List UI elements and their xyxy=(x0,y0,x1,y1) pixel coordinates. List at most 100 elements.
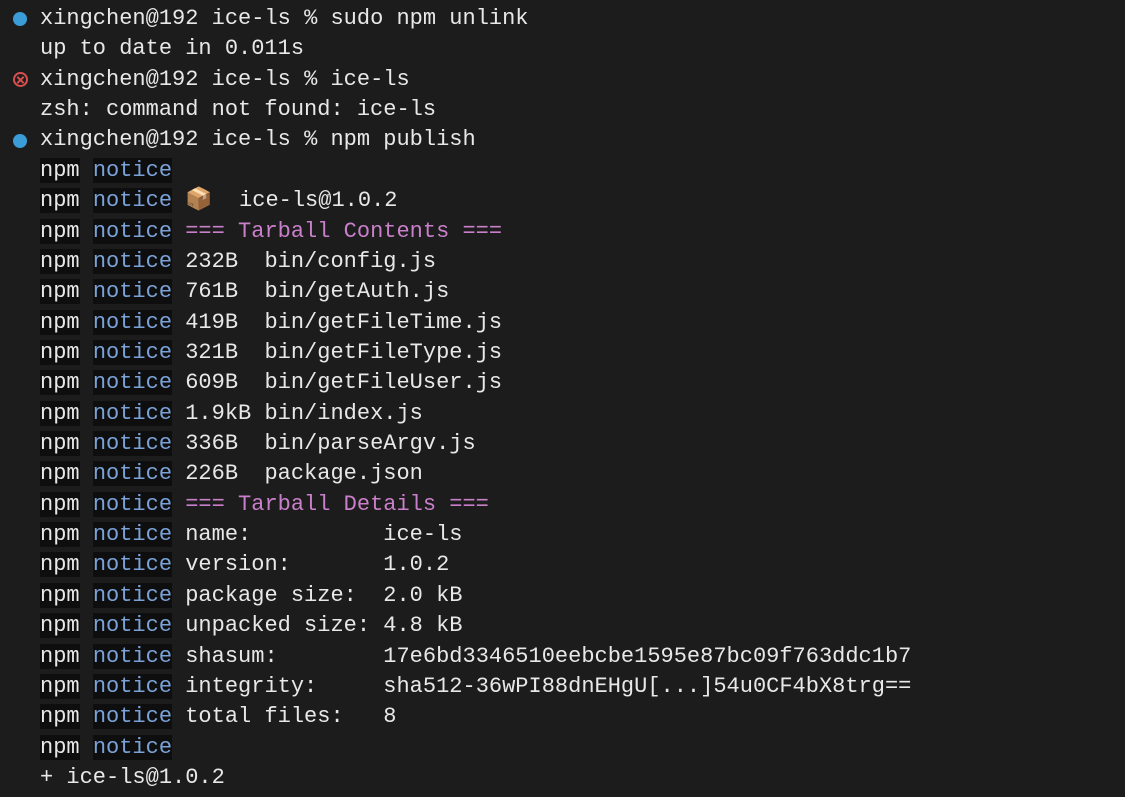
detail-label: package size: xyxy=(185,583,383,608)
tarball-detail-line: npm notice shasum: 17e6bd3346510eebcbe15… xyxy=(0,642,1125,672)
npm-notice-tag: notice xyxy=(93,735,172,760)
tarball-file-line: npm notice 761B bin/getAuth.js xyxy=(0,277,1125,307)
tarball-detail-line: npm notice unpacked size: 4.8 kB xyxy=(0,611,1125,641)
output-line: zsh: command not found: ice-ls xyxy=(0,95,1125,125)
npm-tag: npm xyxy=(40,249,80,274)
file-size: 232B xyxy=(185,249,264,274)
detail-value: 4.8 kB xyxy=(383,613,462,638)
detail-label: total files: xyxy=(185,704,383,729)
npm-tag: npm xyxy=(40,583,80,608)
tarball-file-line: npm notice 609B bin/getFileUser.js xyxy=(0,368,1125,398)
detail-label: shasum: xyxy=(185,644,383,669)
prompt-cwd: ice-ls xyxy=(212,67,304,92)
tarball-file-line: npm notice 1.9kB bin/index.js xyxy=(0,399,1125,429)
detail-value: 8 xyxy=(383,704,396,729)
prompt-user: xingchen@192 xyxy=(40,67,212,92)
detail-value: ice-ls xyxy=(383,522,462,547)
npm-tag: npm xyxy=(40,431,80,456)
npm-notice-tag: notice xyxy=(93,644,172,669)
tarball-file-line: npm notice 226B package.json xyxy=(0,459,1125,489)
publish-result-line: + ice-ls@1.0.2 xyxy=(0,763,1125,793)
npm-notice-tag: notice xyxy=(93,522,172,547)
npm-tag: npm xyxy=(40,461,80,486)
npm-notice-tag: notice xyxy=(93,279,172,304)
file-path: bin/index.js xyxy=(264,401,422,426)
tarball-detail-line: npm notice integrity: sha512-36wPI88dnEH… xyxy=(0,672,1125,702)
prompt-sep: % xyxy=(304,127,330,152)
npm-notice-tag: notice xyxy=(93,492,172,517)
tarball-detail-line: npm notice version: 1.0.2 xyxy=(0,550,1125,580)
npm-notice-tag: notice xyxy=(93,249,172,274)
npm-tag: npm xyxy=(40,219,80,244)
npm-tag: npm xyxy=(40,552,80,577)
npm-notice-tag: notice xyxy=(93,370,172,395)
npm-notice-tag: notice xyxy=(93,461,172,486)
file-size: 226B xyxy=(185,461,264,486)
npm-notice-tag: notice xyxy=(93,552,172,577)
npm-notice-tag: notice xyxy=(93,431,172,456)
publish-result: + ice-ls@1.0.2 xyxy=(40,765,225,790)
tarball-detail-line: npm notice total files: 8 xyxy=(0,702,1125,732)
npm-notice-tag: notice xyxy=(93,310,172,335)
npm-notice-line: npm notice xyxy=(0,156,1125,186)
npm-tag: npm xyxy=(40,613,80,638)
detail-value: sha512-36wPI88dnEHgU[...]54u0CF4bX8trg== xyxy=(383,674,911,699)
tarball-file-line: npm notice 232B bin/config.js xyxy=(0,247,1125,277)
tarball-details-header: === Tarball Details === xyxy=(185,492,489,517)
npm-notice-tag: notice xyxy=(93,219,172,244)
detail-label: version: xyxy=(185,552,383,577)
file-size: 336B xyxy=(185,431,264,456)
tarball-file-line: npm notice 419B bin/getFileTime.js xyxy=(0,308,1125,338)
npm-tag: npm xyxy=(40,401,80,426)
file-size: 761B xyxy=(185,279,264,304)
tarball-contents-header: === Tarball Contents === xyxy=(185,219,502,244)
npm-tag: npm xyxy=(40,674,80,699)
tarball-detail-line: npm notice name: ice-ls xyxy=(0,520,1125,550)
prompt-line: xingchen@192 ice-ls % ice-ls xyxy=(0,65,1125,95)
npm-tag: npm xyxy=(40,704,80,729)
output-text: up to date in 0.011s xyxy=(40,36,304,61)
npm-tag: npm xyxy=(40,492,80,517)
tarball-detail-line: npm notice package size: 2.0 kB xyxy=(0,581,1125,611)
tarball-file-line: npm notice 321B bin/getFileType.js xyxy=(0,338,1125,368)
npm-tag: npm xyxy=(40,188,80,213)
command-text: npm publish xyxy=(330,127,475,152)
file-path: bin/getFileTime.js xyxy=(264,310,502,335)
detail-label: name: xyxy=(185,522,383,547)
terminal-output[interactable]: xingchen@192 ice-ls % sudo npm unlinkup … xyxy=(0,4,1125,793)
detail-label: integrity: xyxy=(185,674,383,699)
npm-notice-tag: notice xyxy=(93,188,172,213)
file-path: bin/getFileType.js xyxy=(264,340,502,365)
tarball-file-line: npm notice 336B bin/parseArgv.js xyxy=(0,429,1125,459)
npm-notice-tag: notice xyxy=(93,340,172,365)
detail-value: 2.0 kB xyxy=(383,583,462,608)
prompt-line: xingchen@192 ice-ls % npm publish xyxy=(0,125,1125,155)
npm-tag: npm xyxy=(40,522,80,547)
npm-tag: npm xyxy=(40,340,80,365)
file-size: 609B xyxy=(185,370,264,395)
prompt-sep: % xyxy=(304,6,330,31)
prompt-cwd: ice-ls xyxy=(212,6,304,31)
prompt-user: xingchen@192 xyxy=(40,6,212,31)
prompt-user: xingchen@192 xyxy=(40,127,212,152)
npm-notice-line: npm notice xyxy=(0,733,1125,763)
command-text: sudo npm unlink xyxy=(330,6,528,31)
npm-section-header: npm notice === Tarball Details === xyxy=(0,490,1125,520)
file-path: bin/getAuth.js xyxy=(264,279,449,304)
npm-tag: npm xyxy=(40,370,80,395)
detail-label: unpacked size: xyxy=(185,613,383,638)
npm-notice-tag: notice xyxy=(93,613,172,638)
detail-value: 1.0.2 xyxy=(383,552,449,577)
file-path: bin/config.js xyxy=(264,249,436,274)
npm-tag: npm xyxy=(40,644,80,669)
npm-tag: npm xyxy=(40,735,80,760)
status-dot-error xyxy=(13,72,28,87)
file-size: 321B xyxy=(185,340,264,365)
npm-notice-tag: notice xyxy=(93,583,172,608)
npm-tag: npm xyxy=(40,158,80,183)
npm-tag: npm xyxy=(40,310,80,335)
npm-tag: npm xyxy=(40,279,80,304)
prompt-line: xingchen@192 ice-ls % sudo npm unlink xyxy=(0,4,1125,34)
command-text: ice-ls xyxy=(330,67,409,92)
file-size: 1.9kB xyxy=(185,401,264,426)
